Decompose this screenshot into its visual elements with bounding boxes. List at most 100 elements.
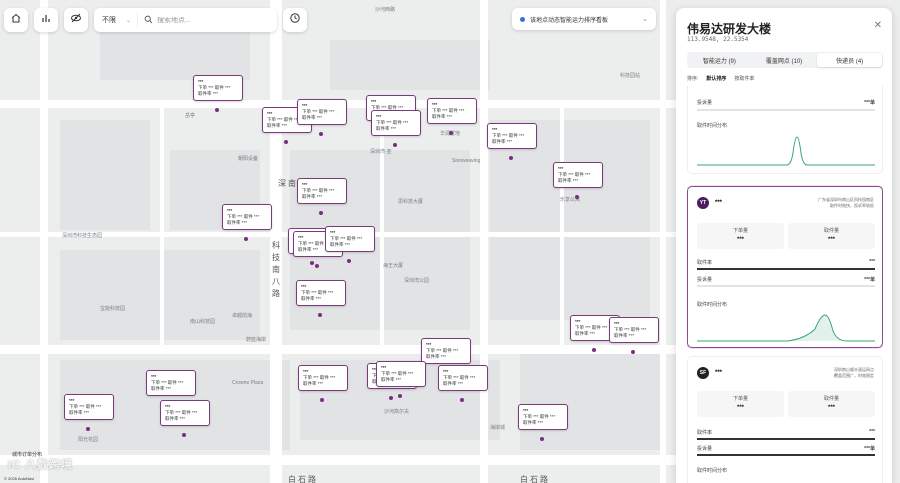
- search-bar: 不限 ⌄: [94, 8, 277, 32]
- pickup-rate-value: ***: [869, 259, 875, 265]
- courier-list[interactable]: 投诉量 ***单 取件时间分布 YT *** 广东省深圳市南山区科技园南区 取件…: [687, 86, 883, 483]
- tab-smart-capacity[interactable]: 智能运力 (9): [687, 52, 752, 68]
- courier-header: YT ***: [697, 197, 722, 209]
- sort-default[interactable]: 默认排序: [706, 75, 726, 82]
- courier-map-marker[interactable]: ***下单 *** 取件 ***取件率 ***: [376, 361, 426, 387]
- map-pin-icon[interactable]: [398, 394, 402, 398]
- close-icon[interactable]: ✕: [874, 20, 882, 31]
- courier-stats: 下单量 *** 取件量 ***: [697, 223, 875, 249]
- courier-map-marker[interactable]: ***下单 *** 取件 ***取件率 ***: [609, 317, 659, 343]
- map-block: [330, 40, 490, 90]
- marker-row: 取件率 ***: [227, 220, 248, 225]
- map-pin-icon[interactable]: [449, 131, 453, 135]
- courier-tag-line2: 覆盖范围广，时效稳定: [834, 373, 874, 378]
- courier-map-marker[interactable]: ***下单 *** 取件 ***取件率 ***: [146, 370, 196, 396]
- map-pin-icon[interactable]: [389, 396, 393, 400]
- eye-off-icon: [70, 11, 82, 29]
- map-pin-icon[interactable]: [347, 259, 351, 263]
- marker-row: 取件率 ***: [376, 126, 397, 131]
- complaint-bar: [697, 285, 875, 287]
- courier-map-marker[interactable]: ***下单 *** 取件 ***取件率 ***: [487, 123, 537, 149]
- ranking-board-label: 该地点动态智能运力排序看板: [530, 17, 609, 24]
- map-pin-icon[interactable]: [244, 237, 248, 241]
- map-block: [520, 350, 660, 450]
- map-pin-icon[interactable]: [320, 398, 324, 402]
- courier-card[interactable]: SF *** 深圳南山顺丰速运网点 覆盖范围广，时效稳定 下单量 *** 取件量 *…: [687, 356, 883, 483]
- map-road: [0, 345, 680, 354]
- courier-card-selected[interactable]: YT *** 广东省深圳市南山区科技园南区 取件时效快，投诉率较低 下单量 ***…: [687, 186, 883, 348]
- map-pin-icon[interactable]: [182, 433, 186, 437]
- sort-by-pickup-rate[interactable]: 按取件率: [734, 75, 754, 82]
- map-label: 海岸城: [490, 425, 506, 431]
- courier-map-marker[interactable]: ***下单 *** 取件 ***取件率 ***: [193, 75, 243, 101]
- map-pin-icon[interactable]: [310, 261, 314, 265]
- map-label: 深圳湾公园: [404, 278, 430, 284]
- marker-row: 取件率 ***: [302, 115, 323, 120]
- marker-row: 取件率 ***: [198, 91, 219, 96]
- history-button[interactable]: [283, 8, 307, 32]
- complaint-row: 投诉量 ***单: [697, 445, 875, 452]
- courier-map-marker[interactable]: ***下单 *** 取件 ***取件率 ***: [298, 365, 348, 391]
- courier-map-marker[interactable]: ***下单 *** 取件 ***取件率 ***: [427, 98, 477, 124]
- tab-couriers[interactable]: 快递员 (4): [817, 53, 883, 67]
- map-road: [660, 0, 666, 483]
- courier-map-marker[interactable]: ***下单 *** 取件 ***取件率 ***: [371, 110, 421, 136]
- map-pin-icon[interactable]: [284, 140, 288, 144]
- map-pin-icon[interactable]: [592, 348, 596, 352]
- complaint-label: 投诉量: [697, 446, 713, 452]
- pickup-rate-row: 取件率 ***: [697, 259, 875, 266]
- courier-name: ***: [715, 370, 723, 376]
- courier-map-marker[interactable]: ***下单 *** 取件 ***取件率 ***: [296, 280, 346, 306]
- courier-map-marker[interactable]: ***下单 *** 取件 ***取件率 ***: [553, 162, 603, 188]
- sort-bar: 排序: 默认排序 按取件率: [687, 75, 754, 82]
- road-name-baishi: 白石路: [288, 475, 318, 483]
- pickup-distribution-label: 取件时间分布: [697, 123, 728, 129]
- map-copyright: © 2026 AutoNavi: [4, 476, 35, 481]
- courier-map-marker[interactable]: ***下单 *** 取件 ***取件率 ***: [325, 226, 375, 252]
- complaint-value: ***单: [864, 446, 875, 452]
- map-pin-icon[interactable]: [318, 313, 322, 317]
- complaint-value: ***单: [864, 277, 875, 283]
- marker-row: 取件率 ***: [426, 354, 447, 359]
- home-icon: [10, 11, 22, 29]
- complaint-label: 投诉量: [697, 277, 713, 283]
- map-pin-icon[interactable]: [460, 398, 464, 402]
- map-pin-icon[interactable]: [319, 132, 323, 136]
- map-pin-icon[interactable]: [540, 437, 544, 441]
- courier-map-marker[interactable]: ***下单 *** 取件 ***取件率 ***: [518, 404, 568, 430]
- home-button[interactable]: [4, 8, 28, 32]
- marker-row: 取件率 ***: [432, 114, 453, 119]
- map-label: 蔚蓝海岸: [246, 337, 267, 343]
- map-pin-icon[interactable]: [393, 143, 397, 147]
- tab-covered-outlets[interactable]: 覆盖网点 (10): [752, 52, 817, 68]
- map-pin-icon[interactable]: [86, 427, 90, 431]
- map-block: [490, 120, 650, 320]
- courier-map-marker[interactable]: ***下单 *** 取件 ***取件率 ***: [297, 99, 347, 125]
- pickup-distribution-label: 取件时间分布: [697, 468, 728, 474]
- courier-map-marker[interactable]: ***下单 *** 取件 ***取件率 ***: [64, 394, 114, 420]
- map-pin-icon[interactable]: [319, 211, 323, 215]
- courier-map-marker[interactable]: ***下单 *** 取件 ***取件率 ***: [297, 178, 347, 204]
- map-pin-icon[interactable]: [315, 264, 319, 268]
- courier-map-marker[interactable]: ***下单 *** 取件 ***取件率 ***: [421, 338, 471, 364]
- pickup-distribution-chart: [697, 314, 875, 342]
- map-pin-icon[interactable]: [631, 350, 635, 354]
- map-pin-icon[interactable]: [509, 156, 513, 160]
- complaint-row: 投诉量 ***单: [697, 276, 875, 283]
- ranking-board-dropdown[interactable]: 该地点动态智能运力排序看板 ⌄: [512, 8, 656, 30]
- filter-select[interactable]: 不限 ⌄: [94, 13, 138, 27]
- courier-map-marker[interactable]: ***下单 *** 取件 ***取件率 ***: [222, 204, 272, 230]
- pickup-rate-label: 取件率: [697, 430, 713, 436]
- courier-map-marker[interactable]: ***下单 *** 取件 ***取件率 ***: [438, 365, 488, 391]
- map-road: [0, 455, 680, 465]
- panel-tabs: 智能运力 (9) 覆盖网点 (10) 快递员 (4): [687, 52, 883, 68]
- courier-card[interactable]: 投诉量 ***单 取件时间分布: [687, 86, 883, 174]
- pickup-rate-label: 取件率: [697, 260, 713, 266]
- visibility-toggle-button[interactable]: [64, 8, 88, 32]
- chart-button[interactable]: [34, 8, 58, 32]
- courier-map-marker[interactable]: ***下单 *** 取件 ***取件率 ***: [160, 400, 210, 426]
- search-input[interactable]: [157, 16, 277, 24]
- map-pin-icon[interactable]: [215, 108, 219, 112]
- map-pin-icon[interactable]: [575, 195, 579, 199]
- map-label: 沙河高尔夫: [384, 409, 410, 415]
